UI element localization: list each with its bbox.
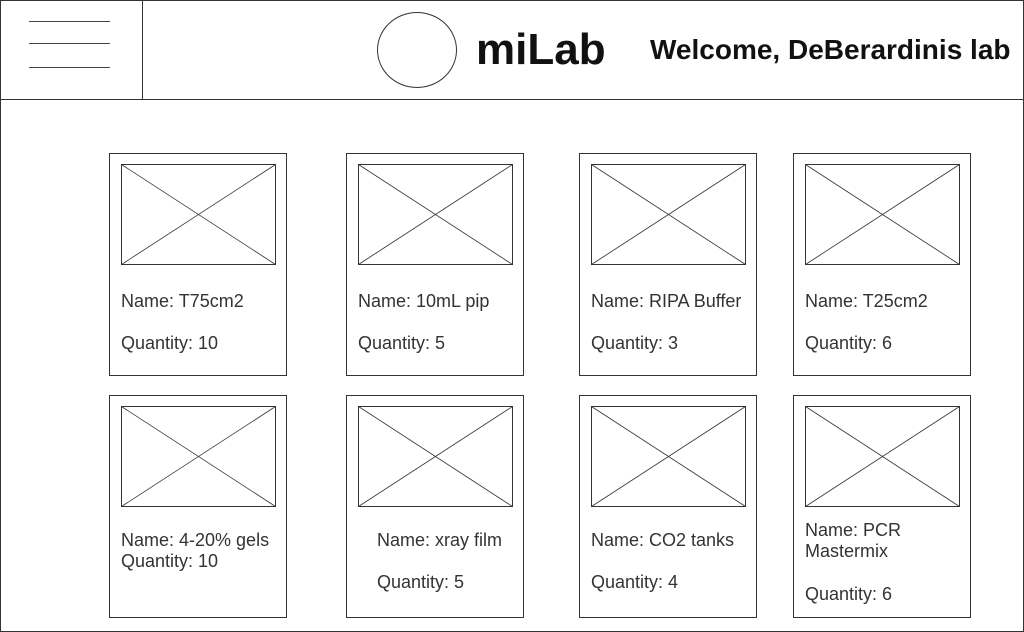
item-name: Name: xray film [377,530,503,550]
image-placeholder-icon [121,406,276,507]
hamburger-menu-button[interactable] [0,0,143,100]
item-quantity: Quantity: 5 [358,333,446,353]
item-name: Name: T75cm2 [121,291,244,311]
image-placeholder-icon [591,164,746,265]
item-quantity: Quantity: 10 [121,551,219,571]
inventory-card[interactable]: Name: 10mL pip Quantity: 5 [346,153,524,376]
item-name: Name: 4-20% gels [121,530,270,550]
image-placeholder-icon [805,164,960,265]
item-quantity: Quantity: 6 [805,333,893,353]
inventory-card[interactable]: Name: 4-20% gels Quantity: 10 [109,395,287,618]
inventory-card[interactable]: Name: RIPA Buffer Quantity: 3 [579,153,757,376]
image-placeholder-icon [591,406,746,507]
image-placeholder-icon [358,406,513,507]
item-name: Name: CO2 tanks [591,530,735,550]
item-quantity: Quantity: 10 [121,333,219,353]
logo-circle [377,12,457,88]
item-quantity: Quantity: 5 [377,572,465,592]
menu-line-icon [29,67,110,68]
item-quantity: Quantity: 3 [591,333,679,353]
item-name: Name: RIPA Buffer [591,291,742,311]
menu-line-icon [29,43,110,44]
item-name: Name: T25cm2 [805,291,928,311]
inventory-card[interactable]: Name: PCR Mastermix Quantity: 6 [793,395,971,618]
inventory-card[interactable]: Name: CO2 tanks Quantity: 4 [579,395,757,618]
image-placeholder-icon [358,164,513,265]
welcome-message: Welcome, DeBerardinis lab [650,34,1011,65]
app-header: miLab Welcome, DeBerardinis lab [0,0,1024,100]
item-quantity: Quantity: 6 [805,584,893,604]
item-name: Name: PCR Mastermix [805,520,902,561]
image-placeholder-icon [805,406,960,507]
inventory-card[interactable]: Name: xray film Quantity: 5 [346,395,524,618]
inventory-card[interactable]: Name: T75cm2 Quantity: 10 [109,153,287,376]
app-title: miLab [476,25,606,74]
inventory-card[interactable]: Name: T25cm2 Quantity: 6 [793,153,971,376]
item-name: Name: 10mL pip [358,291,490,311]
item-quantity: Quantity: 4 [591,572,679,592]
image-placeholder-icon [121,164,276,265]
menu-line-icon [29,21,110,22]
